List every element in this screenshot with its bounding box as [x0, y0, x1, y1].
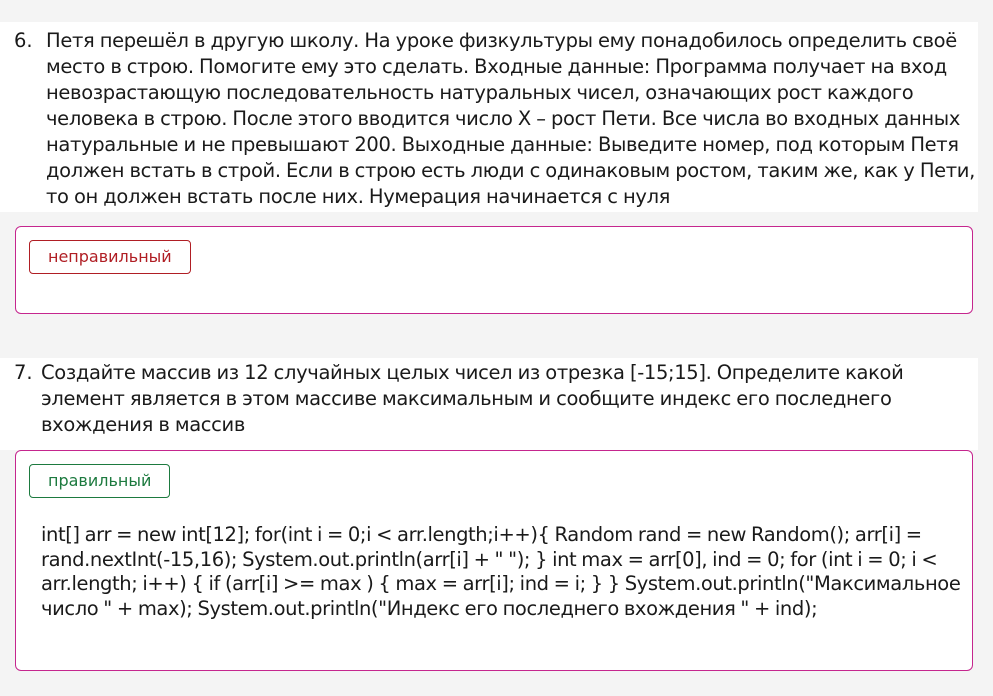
answer-box-7: правильный int[] arr = new int[12]; for(… [15, 450, 973, 671]
status-badge-incorrect: неправильный [29, 240, 191, 274]
question-text: Создайте массив из 12 случайных целых чи… [41, 361, 904, 436]
question-text: Петя перешёл в другую школу. На уроке фи… [46, 29, 975, 208]
question-6: 6. Петя перешёл в другую школу. На уроке… [0, 22, 978, 212]
question-number: 7. [14, 361, 33, 384]
status-badge-correct: правильный [29, 464, 171, 498]
answer-box-6: неправильный [15, 226, 973, 314]
question-7: 7. Создайте массив из 12 случайных целых… [0, 358, 978, 450]
answer-text: int[] arr = new int[12]; for(int i = 0;i… [41, 523, 961, 620]
question-number: 6. [14, 29, 33, 52]
